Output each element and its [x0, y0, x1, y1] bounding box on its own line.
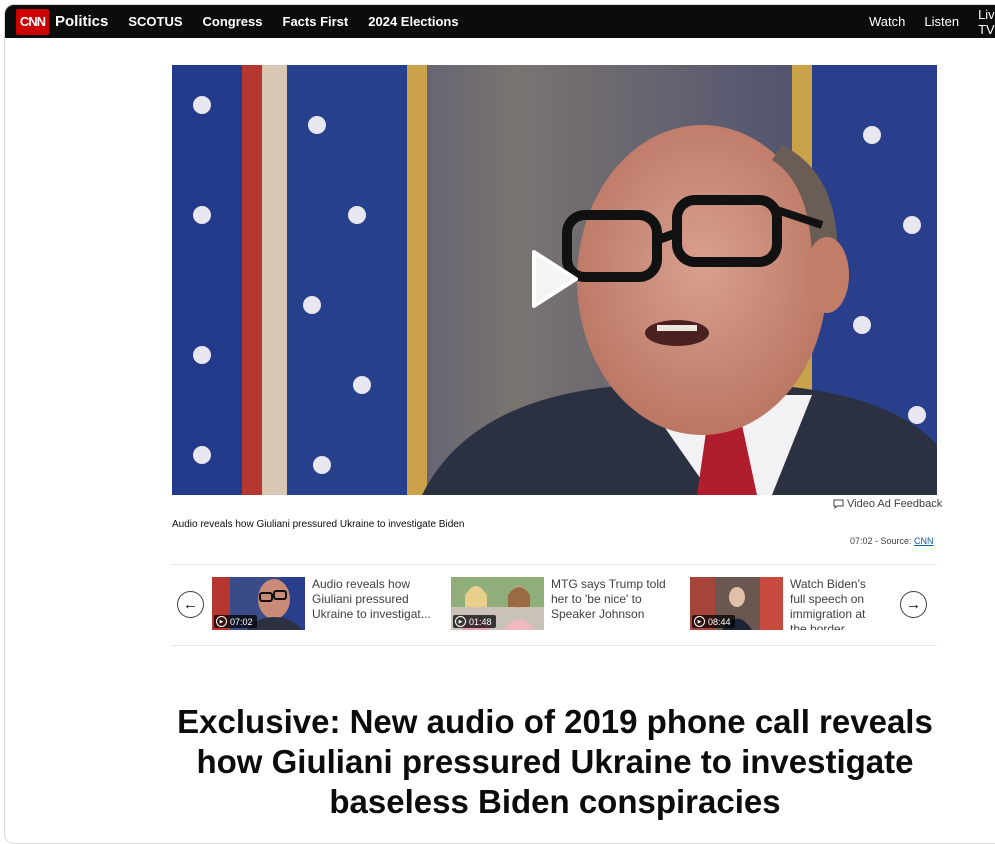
video-player[interactable] [172, 65, 937, 495]
carousel-thumbnail: ▶ 07:02 [212, 577, 305, 630]
duration-badge: ▶ 01:48 [453, 615, 496, 628]
nav-right-links: Watch Listen Live TV [869, 5, 995, 38]
carousel-card-title: MTG says Trump told her to 'be nice' to … [551, 577, 666, 621]
duration-text: 01:48 [469, 616, 492, 627]
divider [172, 645, 937, 646]
video-ad-feedback[interactable]: Video Ad Feedback [833, 498, 942, 510]
carousel-thumbnail: ▶ 08:44 [690, 577, 783, 630]
carousel-next-button[interactable]: → [900, 591, 927, 618]
video-carousel: ← ▶ 07:02 Audio reveals how Giuliani pre… [172, 574, 937, 634]
top-nav: CNN Politics SCOTUS Congress Facts First… [5, 5, 995, 38]
nav-link-watch[interactable]: Watch [869, 14, 905, 29]
nav-link-facts-first[interactable]: Facts First [283, 14, 349, 29]
duration-text: 07:02 [230, 616, 253, 627]
divider [172, 564, 937, 565]
duration-text: 08:44 [708, 616, 731, 627]
nav-link-congress[interactable]: Congress [203, 14, 263, 29]
carousel-card-title: Audio reveals how Giuliani pressured Ukr… [312, 577, 431, 621]
play-circle-icon: ▶ [216, 616, 227, 627]
carousel-card[interactable]: ▶ 08:44 Watch Biden's full speech on imm… [690, 577, 872, 630]
duration-badge: ▶ 07:02 [214, 615, 257, 628]
duration-badge: ▶ 08:44 [692, 615, 735, 628]
article-headline: Exclusive: New audio of 2019 phone call … [177, 703, 933, 820]
section-title[interactable]: Politics [55, 13, 108, 30]
nav-links: SCOTUS Congress Facts First 2024 Electio… [128, 14, 458, 29]
play-circle-icon: ▶ [455, 616, 466, 627]
carousel-prev-button[interactable]: ← [177, 591, 204, 618]
carousel-card[interactable]: ▶ 07:02 Audio reveals how Giuliani press… [212, 577, 434, 630]
cnn-logo[interactable]: CNN [16, 8, 49, 35]
nav-link-2024-elections[interactable]: 2024 Elections [368, 14, 458, 29]
carousel-thumbnail: ▶ 01:48 [451, 577, 544, 630]
arrow-right-icon: → [906, 596, 921, 613]
carousel-card-title: Watch Biden's full speech on immigration… [790, 577, 866, 630]
ad-feedback-label: Video Ad Feedback [847, 498, 943, 510]
page-frame: CNN Politics SCOTUS Congress Facts First… [4, 4, 995, 844]
nav-link-scotus[interactable]: SCOTUS [128, 14, 182, 29]
feedback-icon [833, 499, 844, 509]
duration-source-text: 07:02 - Source: [850, 536, 915, 546]
video-caption: Audio reveals how Giuliani pressured Ukr… [172, 519, 465, 530]
arrow-left-icon: ← [183, 596, 198, 613]
carousel-card[interactable]: ▶ 01:48 MTG says Trump told her to 'be n… [451, 577, 673, 630]
source-link[interactable]: CNN [914, 536, 934, 546]
nav-link-live-tv[interactable]: Live TV [978, 7, 995, 37]
video-source: 07:02 - Source: CNN [850, 536, 934, 546]
play-circle-icon: ▶ [694, 616, 705, 627]
nav-link-listen[interactable]: Listen [924, 14, 959, 29]
play-icon[interactable] [528, 248, 580, 310]
